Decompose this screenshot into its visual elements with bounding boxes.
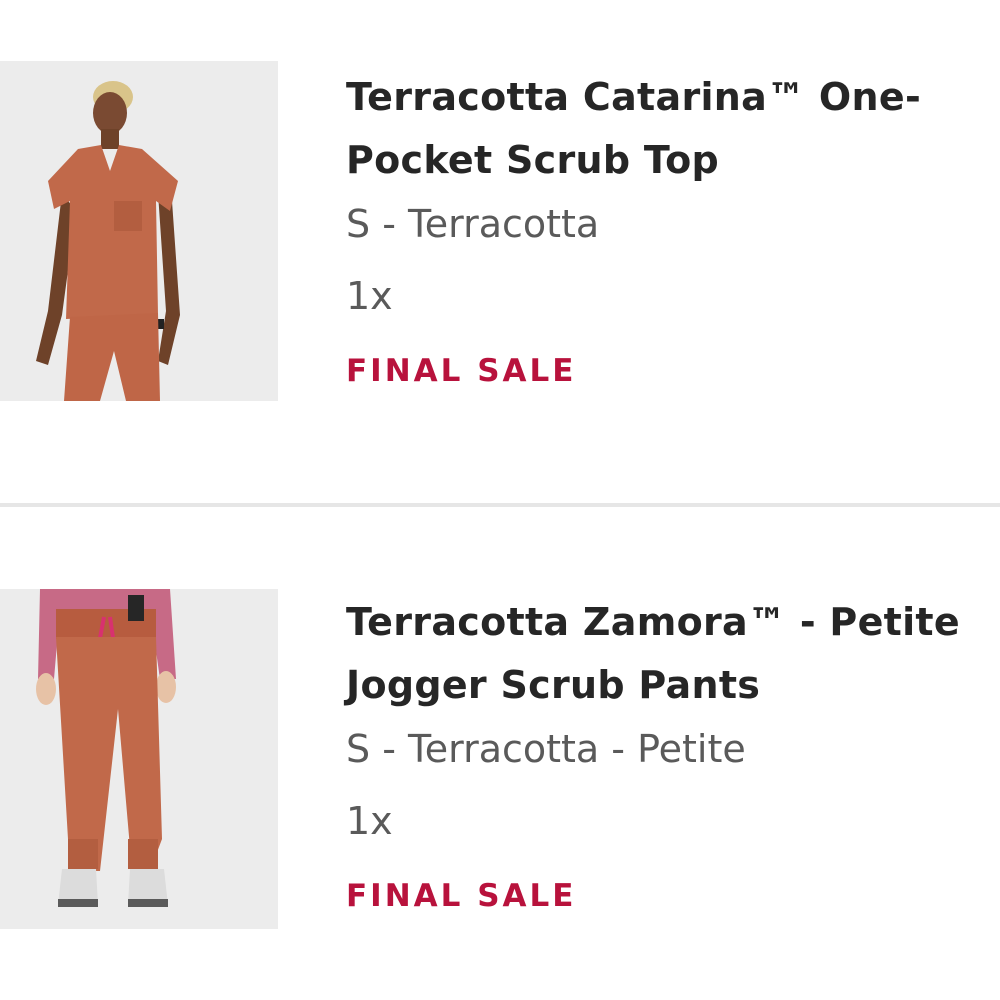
cart-item[interactable]: Terracotta Catarina™ One- Pocket Scrub T… [0,0,1000,503]
quantity-text: 1x [346,799,393,843]
variant-text: S - Terracotta - Petite [346,727,746,771]
final-sale-badge: FINAL SALE [346,353,577,389]
product-title-line2[interactable]: Pocket Scrub Top [346,129,1000,192]
product-title-line1[interactable]: Terracotta Catarina™ One- [346,66,1000,129]
quantity-text: 1x [346,274,393,318]
product-title-line2[interactable]: Jogger Scrub Pants [346,654,1000,717]
product-title-line1[interactable]: Terracotta Zamora™ - Petite [346,591,1000,654]
product-image-scrub-top[interactable] [0,61,278,401]
variant-text: S - Terracotta [346,202,600,246]
final-sale-badge: FINAL SALE [346,878,577,914]
item-details: Terracotta Zamora™ - Petite Jogger Scrub… [346,591,1000,916]
cart-item[interactable]: Terracotta Zamora™ - Petite Jogger Scrub… [0,507,1000,1000]
product-image-jogger-pants[interactable] [0,589,278,929]
item-details: Terracotta Catarina™ One- Pocket Scrub T… [346,66,1000,391]
